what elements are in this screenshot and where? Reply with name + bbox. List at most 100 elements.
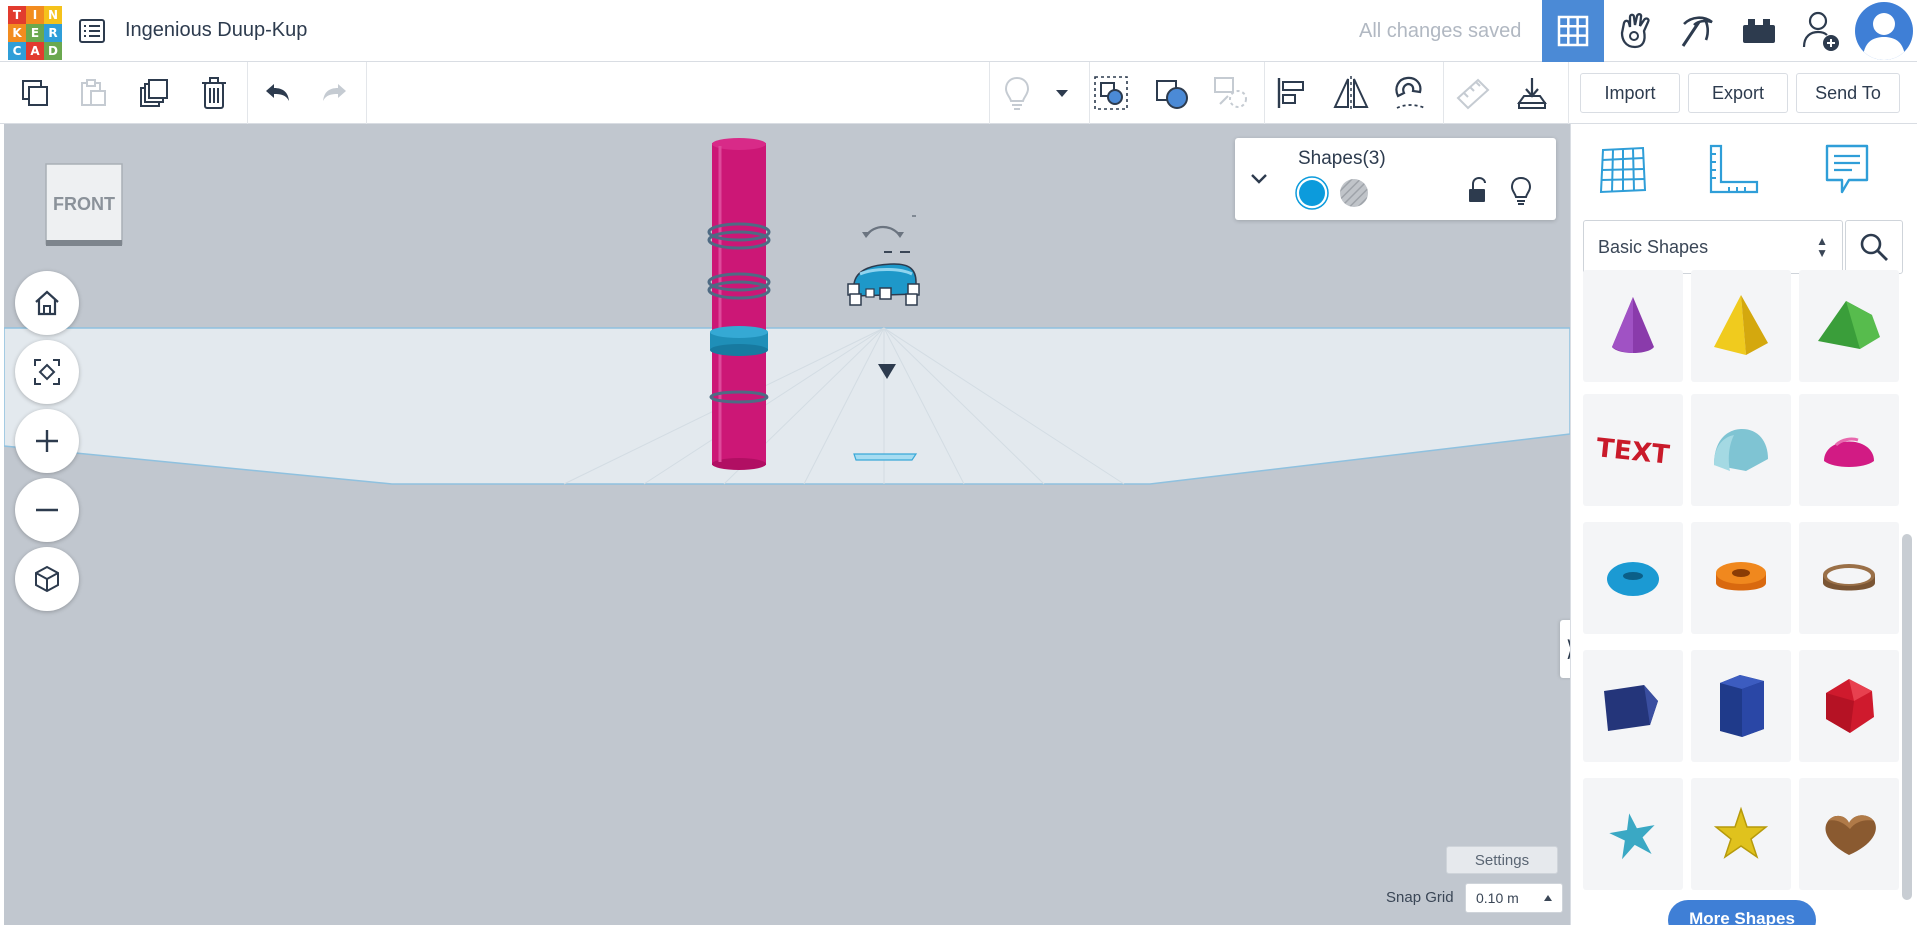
viewcube-label: FRONT [53, 194, 115, 214]
ungroup-icon [1156, 80, 1188, 109]
design-list-icon[interactable] [78, 17, 106, 45]
group-button[interactable] [1091, 73, 1131, 113]
ruler-tab[interactable] [1703, 140, 1763, 200]
view-cube[interactable]: FRONT [44, 162, 124, 250]
ring-icon [1823, 564, 1875, 591]
collapse-panel-handle[interactable]: ⟩ [1560, 620, 1570, 678]
duplicate-button[interactable] [134, 73, 174, 113]
rotate-handle[interactable] [862, 215, 916, 253]
notes-tab[interactable] [1817, 140, 1877, 200]
dropdown-arrow-icon [1056, 90, 1068, 97]
hole-button[interactable] [1337, 176, 1371, 210]
lock-button[interactable] [1465, 176, 1491, 206]
collapse-inspector-button[interactable] [1247, 166, 1271, 190]
ungroup-button[interactable] [1152, 73, 1192, 113]
roof-icon [1818, 301, 1880, 349]
3d-design-view-button[interactable] [1542, 0, 1604, 62]
shape-tile-half-cylinder[interactable] [1691, 394, 1791, 506]
zoom-out-button[interactable] [15, 478, 79, 542]
blue-ring-shape[interactable] [710, 326, 768, 356]
tinkercad-logo[interactable]: TINKERCAD [8, 6, 62, 60]
torus-icon [1607, 562, 1659, 596]
shape-tile-star[interactable] [1691, 778, 1791, 890]
workplane-surface[interactable] [4, 327, 1570, 485]
shape-tile-torus[interactable] [1583, 522, 1683, 634]
shape-tile-half-sphere[interactable] [1799, 394, 1899, 506]
shape-tile-wedge[interactable] [1583, 650, 1683, 762]
magnet-icon [1395, 76, 1426, 109]
group-icon [1094, 76, 1128, 110]
solid-color-button[interactable] [1295, 176, 1329, 210]
perspective-button[interactable] [15, 547, 79, 611]
snap-grid-value: 0.10 m [1476, 890, 1519, 906]
fit-view-button[interactable] [15, 340, 79, 404]
scene-canvas[interactable] [4, 124, 1570, 925]
shape-tile-roof[interactable] [1799, 270, 1899, 382]
user-avatar[interactable] [1855, 2, 1913, 60]
star-thin-icon [1609, 813, 1655, 860]
import-button[interactable]: Import [1580, 73, 1680, 113]
invite-user-button[interactable] [1790, 0, 1852, 62]
ruler-tool-button[interactable] [1453, 73, 1493, 113]
ruler-icon [1709, 144, 1759, 194]
heart-icon [1825, 815, 1876, 855]
shape-footprint [853, 453, 918, 461]
blocks-view-button[interactable] [1604, 0, 1666, 62]
cylinder-shape[interactable] [712, 138, 766, 470]
workplane-viewport[interactable]: FRONT Shapes(3) Settings Snap Grid 0.10 … [4, 124, 1570, 925]
svg-text:TEXT: TEXT [1595, 433, 1671, 471]
workplane-tool-icon [1214, 77, 1247, 108]
shape-tile-tube[interactable] [1691, 522, 1791, 634]
shape-tile-ring[interactable] [1799, 522, 1899, 634]
shape-tile-hexagonal-prism[interactable] [1691, 650, 1791, 762]
lego-view-button[interactable] [1728, 0, 1790, 62]
shape-tile-star-thin[interactable] [1583, 778, 1683, 890]
selected-shape[interactable] [847, 263, 920, 306]
mirror-button[interactable] [1331, 73, 1371, 113]
shape-tile-pyramid[interactable] [1691, 270, 1791, 382]
hide-button[interactable] [1508, 175, 1534, 207]
panel-scrollbar[interactable] [1902, 534, 1912, 900]
hexagonal-prism-icon [1720, 675, 1764, 737]
home-view-button[interactable] [15, 271, 79, 335]
workplane-tab[interactable] [1593, 140, 1653, 200]
export-button[interactable]: Export [1688, 73, 1788, 113]
shape-library-select[interactable]: Basic Shapes ▲ ▼ [1583, 220, 1843, 274]
light-bulb-icon [1004, 76, 1030, 110]
avatar-icon [1863, 13, 1905, 60]
zoom-in-button[interactable] [15, 409, 79, 473]
grid-view-icon [1557, 15, 1589, 47]
zoom-in-icon [36, 430, 58, 452]
show-hidden-button[interactable] [997, 73, 1037, 113]
light-bulb-icon [1510, 176, 1532, 205]
snap-grid-select[interactable]: 0.10 m [1465, 883, 1563, 913]
project-title[interactable]: Ingenious Duup-Kup [125, 19, 307, 42]
paste-button[interactable] [73, 73, 113, 113]
shape-tile-icosahedron[interactable] [1799, 650, 1899, 762]
toolbar-divider [247, 62, 248, 124]
workplane-tool-button[interactable] [1211, 73, 1251, 113]
logo-letter: I [26, 6, 44, 24]
cruise-button[interactable] [1390, 73, 1430, 113]
delete-button[interactable] [194, 73, 234, 113]
drop-to-workplane-button[interactable] [1512, 73, 1552, 113]
chevron-down-icon [1251, 174, 1267, 184]
add-user-icon [1802, 11, 1839, 51]
align-button[interactable] [1272, 73, 1312, 113]
align-icon [1277, 78, 1304, 108]
toolbar-divider [1089, 62, 1090, 124]
logo-letter: K [8, 24, 26, 42]
redo-button[interactable] [315, 73, 355, 113]
shape-tile-text[interactable]: TEXT [1583, 394, 1683, 506]
bricks-view-button[interactable] [1666, 0, 1728, 62]
shape-tile-heart[interactable] [1799, 778, 1899, 890]
settings-button[interactable]: Settings [1446, 846, 1558, 874]
show-hidden-dropdown[interactable] [1042, 73, 1082, 113]
shape-tile-cone[interactable] [1583, 270, 1683, 382]
shape-search-button[interactable] [1845, 220, 1903, 274]
pyramid-icon [1714, 295, 1768, 355]
more-shapes-button[interactable]: More Shapes [1668, 900, 1816, 925]
copy-button[interactable] [15, 73, 55, 113]
undo-button[interactable] [257, 73, 297, 113]
send-to-button[interactable]: Send To [1796, 73, 1900, 113]
